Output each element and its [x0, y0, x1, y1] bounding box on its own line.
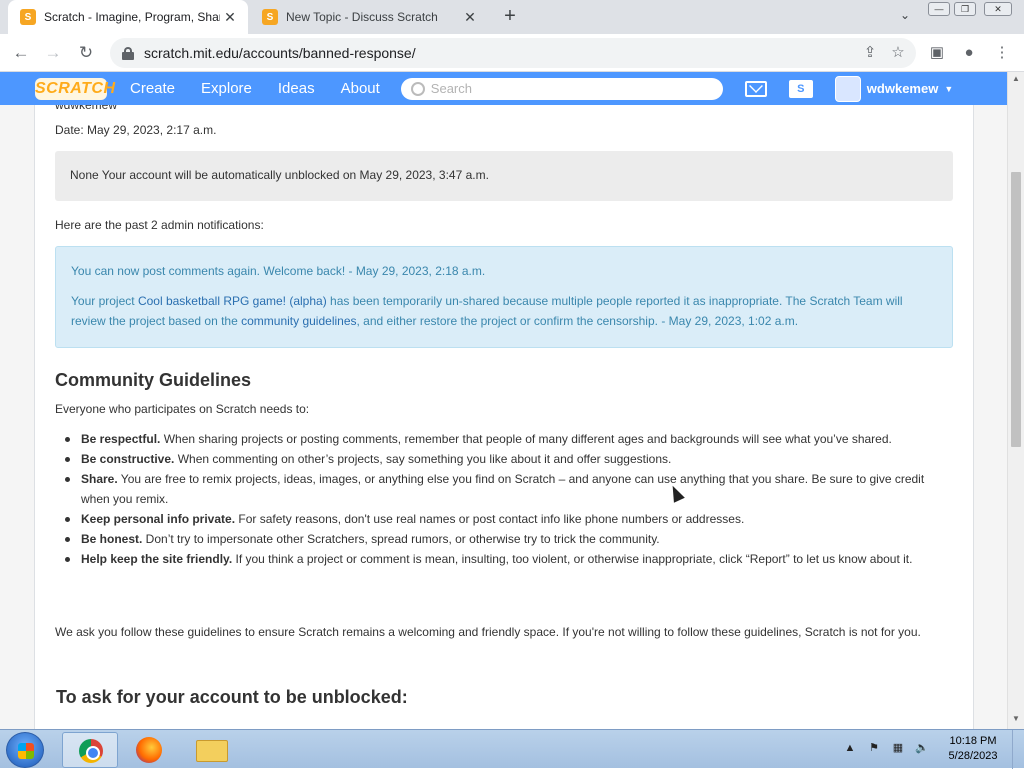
clock-time: 10:18 PM [949, 735, 997, 747]
scratch-search-input[interactable] [430, 81, 711, 96]
tab-close-icon[interactable]: ✕ [460, 9, 480, 26]
nav-username[interactable]: wdwkemew [867, 81, 939, 96]
unblock-request-heading: To ask for your account to be unblocked: [56, 687, 408, 707]
windows-logo-icon [18, 743, 34, 759]
side-panel-icon[interactable]: ▣ [927, 43, 947, 63]
project-link[interactable]: Cool basketball RPG game! (alpha) [138, 294, 327, 308]
volume-muted-icon[interactable]: 🔈 [914, 740, 930, 756]
scroll-up-arrow-icon[interactable]: ▲ [1008, 72, 1024, 86]
guideline-item: Share. You are free to remix projects, i… [65, 469, 945, 509]
taskbar-firefox-button[interactable] [122, 732, 178, 768]
bookmark-star-icon[interactable]: ☆ [888, 43, 908, 63]
guideline-title: Keep personal info private. [81, 512, 236, 526]
chrome-icon [79, 739, 103, 763]
guideline-title: Be respectful. [81, 432, 161, 446]
account-username: wdwkemew [55, 105, 118, 112]
profile-icon[interactable]: ● [959, 43, 979, 63]
admin-notification: Your project Cool basketball RPG game! (… [71, 291, 936, 331]
nav-explore[interactable]: Explore [188, 72, 265, 105]
tab-new-topic[interactable]: S New Topic - Discuss Scratch ✕ [250, 0, 488, 34]
guideline-item: Keep personal info private. For safety r… [65, 509, 945, 529]
scratch-search-box[interactable] [400, 77, 723, 100]
back-arrow-icon[interactable]: ← [8, 41, 34, 65]
unblock-notice-text: None Your account will be automatically … [70, 168, 489, 182]
taskbar-clock[interactable]: 10:18 PM 5/28/2023 [940, 734, 1006, 764]
restore-button[interactable]: ❐ [954, 2, 976, 16]
tray-expand-icon[interactable]: ▲ [842, 740, 858, 756]
scratch-nav-bar: SCRATCH Create Explore Ideas About S wdw… [0, 72, 1007, 105]
scratch-logo[interactable]: SCRATCH [35, 77, 115, 100]
scratch-favicon-icon: S [262, 9, 278, 25]
guideline-text: Don’t try to impersonate other Scratcher… [142, 532, 660, 546]
reload-icon[interactable]: ↻ [73, 41, 99, 65]
guideline-text: When sharing projects or posting comment… [160, 432, 892, 446]
tab-search-chevron-icon[interactable]: ⌄ [895, 8, 915, 28]
firefox-icon [136, 737, 162, 763]
page-scrollbar[interactable]: ▲ ▼ [1007, 72, 1024, 729]
notifications-intro: Here are the past 2 admin notifications: [55, 218, 264, 232]
forward-arrow-icon[interactable]: → [40, 41, 66, 65]
tab-title: Scratch - Imagine, Program, Shar [44, 10, 220, 24]
windows-taskbar: ▲ ⚑ ▦ 🔈 10:18 PM 5/28/2023 [0, 729, 1024, 769]
my-stuff-folder-icon[interactable]: S [788, 79, 813, 98]
guideline-title: Share. [81, 472, 118, 486]
banned-response-panel: wdwkemew Date: May 29, 2023, 2:17 a.m. N… [34, 105, 974, 729]
guideline-item: Be constructive. When commenting on othe… [65, 449, 945, 469]
action-center-flag-icon[interactable]: ⚑ [866, 740, 882, 756]
browser-toolbar: ← → ↻ scratch.mit.edu/accounts/banned-re… [0, 34, 1024, 72]
taskbar-chrome-button[interactable] [62, 732, 118, 768]
taskbar-explorer-button[interactable] [184, 732, 240, 768]
guideline-title: Be constructive. [81, 452, 175, 466]
messages-envelope-icon[interactable] [744, 80, 767, 97]
minimize-button[interactable]: — [928, 2, 950, 16]
nav-ideas[interactable]: Ideas [265, 72, 328, 105]
guideline-text: You are free to remix projects, ideas, i… [81, 472, 925, 506]
guidelines-intro: Everyone who participates on Scratch nee… [55, 402, 310, 416]
window-close-button[interactable]: ✕ [984, 2, 1012, 16]
chevron-down-icon[interactable]: ▼ [944, 84, 953, 94]
page-content-area: wdwkemew Date: May 29, 2023, 2:17 a.m. N… [0, 105, 1007, 729]
new-tab-button[interactable]: + [498, 5, 522, 29]
guideline-item: Be honest. Don’t try to impersonate othe… [65, 529, 945, 549]
guideline-title: Help keep the site friendly. [81, 552, 233, 566]
start-button[interactable] [6, 732, 44, 768]
tab-scratch-home[interactable]: S Scratch - Imagine, Program, Shar ✕ [8, 0, 248, 34]
system-tray: ▲ ⚑ ▦ 🔈 [842, 740, 930, 756]
guideline-title: Be honest. [81, 532, 143, 546]
nav-create[interactable]: Create [117, 72, 188, 105]
guideline-text: For safety reasons, don't use real names… [235, 512, 745, 526]
network-icon[interactable]: ▦ [890, 740, 906, 756]
folder-icon [196, 740, 228, 762]
browser-menu-icon[interactable]: ⋮ [992, 43, 1012, 63]
unblock-notice-box: None Your account will be automatically … [55, 151, 953, 201]
notification-text: , and either restore the project or conf… [356, 314, 799, 328]
browser-tab-strip: S Scratch - Imagine, Program, Shar ✕ S N… [0, 0, 1024, 34]
share-icon[interactable]: ⇪ [860, 43, 880, 63]
block-date: Date: May 29, 2023, 2:17 a.m. [55, 123, 217, 137]
guideline-text: When commenting on other’s projects, say… [174, 452, 672, 466]
guideline-item: Be respectful. When sharing projects or … [65, 429, 945, 449]
community-guidelines-heading: Community Guidelines [55, 370, 252, 390]
admin-notification: You can now post comments again. Welcome… [71, 264, 486, 278]
show-desktop-button[interactable] [1012, 730, 1024, 769]
tab-title: New Topic - Discuss Scratch [286, 10, 438, 24]
address-bar[interactable]: scratch.mit.edu/accounts/banned-response… [110, 38, 916, 68]
guidelines-list: Be respectful. When sharing projects or … [65, 429, 945, 569]
scroll-down-arrow-icon[interactable]: ▼ [1008, 712, 1024, 726]
search-icon [410, 81, 425, 96]
notification-text: Your project [71, 294, 138, 308]
admin-notifications-box: You can now post comments again. Welcome… [55, 246, 953, 348]
user-avatar[interactable] [834, 75, 861, 102]
community-guidelines-link[interactable]: community guidelines [241, 314, 356, 328]
nav-about[interactable]: About [328, 72, 393, 105]
guidelines-closing-text: We ask you follow these guidelines to en… [55, 625, 921, 639]
scratch-favicon-icon: S [20, 9, 36, 25]
guideline-item: Help keep the site friendly. If you thin… [65, 549, 945, 569]
url-text[interactable]: scratch.mit.edu/accounts/banned-response… [144, 45, 416, 61]
guideline-text: If you think a project or comment is mea… [232, 552, 913, 566]
lock-icon[interactable] [122, 47, 134, 60]
tab-close-icon[interactable]: ✕ [220, 9, 240, 26]
clock-date: 5/28/2023 [948, 750, 998, 762]
scrollbar-thumb[interactable] [1011, 172, 1021, 447]
